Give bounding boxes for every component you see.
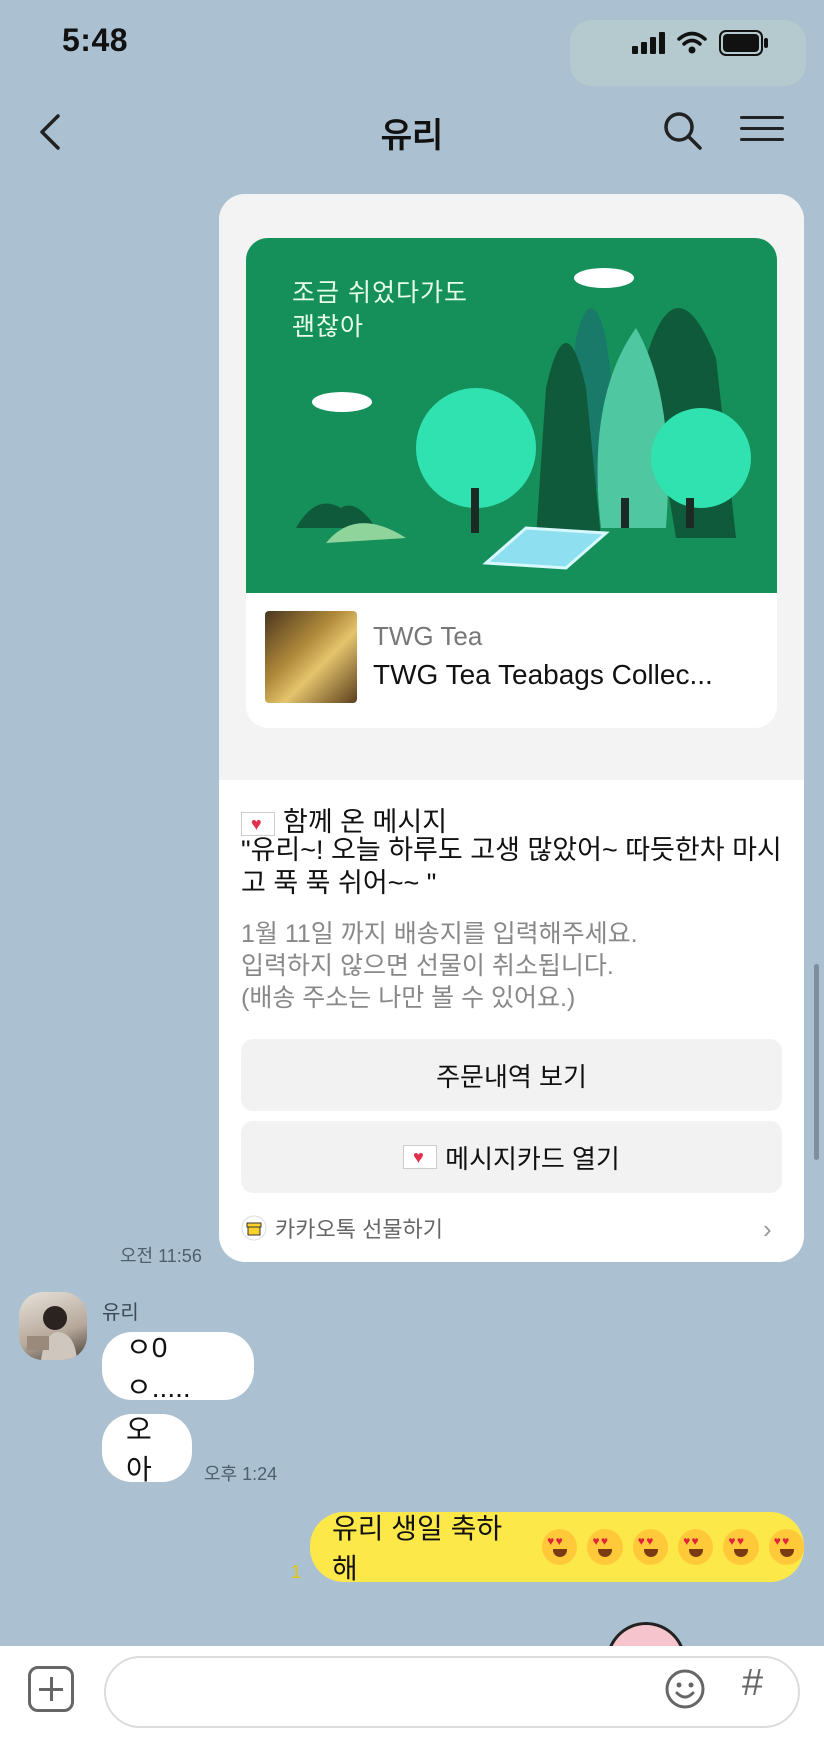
heart-eyes-emoji-icon bbox=[723, 1529, 759, 1565]
message-heading: 함께 온 메시지 bbox=[283, 807, 448, 837]
chevron-right-icon[interactable]: › bbox=[763, 1214, 772, 1245]
delivery-notice: 1월 11일 까지 배송지를 입력해주세요. 입력하지 않으면 선물이 취소됩니… bbox=[241, 920, 638, 1012]
heart-eyes-emoji-icon bbox=[632, 1529, 669, 1565]
message-card-label: 메시지카드 열기 bbox=[445, 1143, 620, 1174]
chat-bubble[interactable]: 오아 bbox=[102, 1414, 192, 1485]
my-chat-bubble[interactable]: 유리 생일 축하해 bbox=[310, 1512, 805, 1584]
gift-service-label: 카카오톡 선물하기 bbox=[275, 1217, 444, 1242]
heart-eyes-emoji-icon bbox=[587, 1529, 623, 1565]
gift-service-link[interactable]: 카카오톡 선물하기 bbox=[241, 1212, 443, 1244]
gift-card-message[interactable]: 조금 쉬었다가도 괜찮아 TWG Tea TWG Tea Teabags Col… bbox=[219, 194, 804, 1262]
status-time: 5:48 bbox=[62, 22, 129, 58]
message-text: "유리~! 오늘 하루도 고생 많았어~ 따듯한차 마시고 푹 푹 쉬어~~ " bbox=[241, 835, 782, 898]
gift-box-icon bbox=[241, 1215, 267, 1241]
order-history-label: 주문내역 보기 bbox=[436, 1061, 587, 1092]
plus-icon[interactable] bbox=[28, 1666, 74, 1712]
gift-banner-image[interactable]: 조금 쉬었다가도 괜찮아 bbox=[246, 238, 777, 593]
envelope-heart-icon bbox=[241, 811, 275, 836]
unread-count: 1 bbox=[291, 1562, 302, 1582]
product-thumbnail bbox=[265, 611, 357, 703]
avatar[interactable] bbox=[19, 1292, 87, 1360]
message-time: 오후 1:24 bbox=[204, 1464, 278, 1484]
search-icon[interactable] bbox=[660, 108, 706, 154]
heart-eyes-emoji-icon bbox=[542, 1529, 578, 1565]
order-history-button[interactable]: 주문내역 보기 bbox=[241, 1039, 782, 1111]
status-icons bbox=[632, 30, 769, 56]
battery-icon bbox=[719, 30, 768, 56]
chat-bubble[interactable]: ㅇ0ㅇ..... bbox=[102, 1332, 254, 1403]
menu-icon[interactable] bbox=[740, 110, 784, 154]
wifi-icon bbox=[677, 31, 707, 54]
product-info[interactable]: TWG Tea TWG Tea Teabags Collec... bbox=[246, 593, 777, 728]
hashtag-search-icon[interactable]: # bbox=[742, 1662, 763, 1705]
banner-caption: 조금 쉬었다가도 괜찮아 bbox=[292, 279, 468, 341]
heart-eyes-emoji-icon bbox=[678, 1529, 714, 1565]
avatar-photo bbox=[27, 1306, 77, 1360]
message-text: ㅇ0ㅇ..... bbox=[126, 1332, 191, 1403]
gift-sent-time: 오전 11:56 bbox=[120, 1246, 202, 1266]
message-card-button[interactable]: 메시지카드 열기 bbox=[241, 1121, 782, 1193]
cellular-signal-icon bbox=[632, 32, 665, 54]
product-brand: TWG Tea bbox=[373, 621, 483, 651]
scrollbar[interactable] bbox=[814, 964, 819, 1160]
sender-name: 유리 bbox=[102, 1302, 139, 1324]
envelope-heart-icon bbox=[403, 1145, 438, 1169]
message-text: 유리 생일 축하해 bbox=[332, 1513, 503, 1584]
message-text: 오아 bbox=[126, 1414, 152, 1485]
heart-eyes-emoji-icon bbox=[768, 1529, 805, 1565]
product-name: TWG Tea Teabags Collec... bbox=[373, 659, 713, 690]
emoji-picker-icon[interactable] bbox=[664, 1668, 706, 1710]
